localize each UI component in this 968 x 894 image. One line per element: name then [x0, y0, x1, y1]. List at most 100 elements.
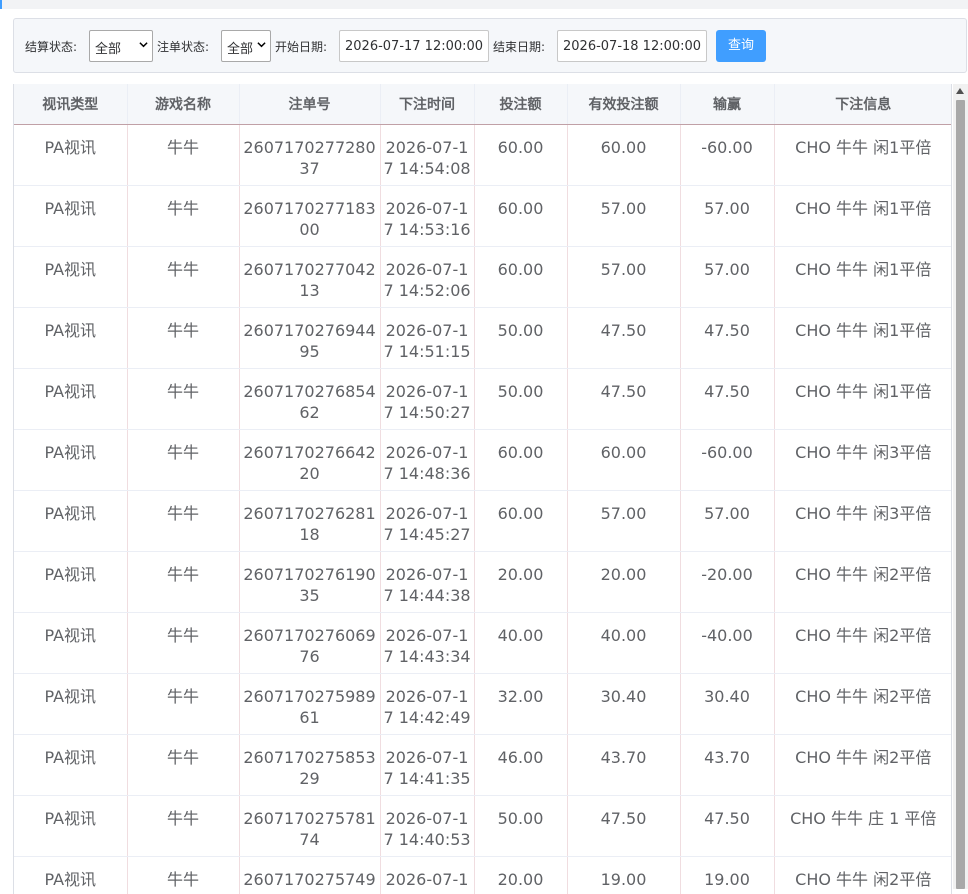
cell-bet-info: CHO 牛牛 闲2平倍: [774, 734, 951, 796]
table-row: PA视讯 牛牛 260717027704213 2026-07-17 14:52:06…: [14, 246, 951, 308]
cell-bet-time: 2026-07-17 14:42:49: [380, 673, 475, 735]
cell-bet-time: 2026-07-17 14:50:27: [380, 368, 475, 430]
cell-bet-info: CHO 牛牛 闲3平倍: [774, 429, 951, 491]
table-row: PA视讯 牛牛 260717027578174 2026-07-17 14:40:53…: [14, 795, 951, 857]
cell-type: PA视讯: [14, 856, 128, 894]
cell-game: 牛牛: [127, 612, 240, 674]
cell-order-no: 260717027704213: [239, 246, 381, 308]
cell-game: 牛牛: [127, 368, 240, 430]
cell-winloss: 57.00: [680, 185, 775, 247]
table-row: PA视讯 牛牛 260717027664220 2026-07-17 14:48:36…: [14, 429, 951, 491]
cell-game: 牛牛: [127, 795, 240, 857]
cell-bet-amount: 20.00: [474, 551, 568, 613]
cell-valid-bet: 47.50: [567, 307, 681, 369]
cell-order-no: 260717027585329: [239, 734, 381, 796]
bet-status-select[interactable]: 全部: [221, 30, 271, 62]
table-row: PA视讯 牛牛 260717027718300 2026-07-17 14:53:16…: [14, 185, 951, 247]
cell-bet-info: CHO 牛牛 闲1平倍: [774, 307, 951, 369]
table-row: PA视讯 牛牛 260717027685462 2026-07-17 14:50:27…: [14, 368, 951, 430]
cell-valid-bet: 60.00: [567, 124, 681, 186]
cell-type: PA视讯: [14, 307, 128, 369]
cell-order-no: 260717027685462: [239, 368, 381, 430]
cell-bet-amount: 60.00: [474, 124, 568, 186]
cell-type: PA视讯: [14, 368, 128, 430]
cell-game: 牛牛: [127, 429, 240, 491]
cell-bet-amount: 60.00: [474, 246, 568, 308]
table-scrollbar[interactable]: [953, 84, 968, 889]
cell-bet-amount: 50.00: [474, 368, 568, 430]
table-row: PA视讯 牛牛 260717027606976 2026-07-17 14:43:34…: [14, 612, 951, 674]
cell-bet-info: CHO 牛牛 闲2平倍: [774, 551, 951, 613]
cell-bet-info: CHO 牛牛 庄 1 平倍: [774, 795, 951, 857]
col-header-time: 下注时间: [380, 84, 475, 125]
cell-bet-info: CHO 牛牛 闲1平倍: [774, 124, 951, 186]
cell-type: PA视讯: [14, 490, 128, 552]
cell-type: PA视讯: [14, 185, 128, 247]
cell-bet-time: 2026-07-17 14:45:27: [380, 490, 475, 552]
cell-order-no: 260717027598961: [239, 673, 381, 735]
cell-type: PA视讯: [14, 246, 128, 308]
cell-order-no: 260717027574961: [239, 856, 381, 894]
cell-type: PA视讯: [14, 795, 128, 857]
cell-game: 牛牛: [127, 673, 240, 735]
filter-bar: 结算状态: 全部 注单状态: 全部 开始日期: 2026-07-17 12:00…: [13, 18, 967, 73]
cell-game: 牛牛: [127, 246, 240, 308]
cell-valid-bet: 57.00: [567, 490, 681, 552]
cell-bet-amount: 60.00: [474, 490, 568, 552]
cell-bet-time: 2026-07-17 14:51:15: [380, 307, 475, 369]
col-header-bet: 投注额: [474, 84, 568, 125]
chevron-down-icon: [139, 42, 148, 48]
cell-bet-amount: 46.00: [474, 734, 568, 796]
cell-bet-time: 2026-07-17 14:52:06: [380, 246, 475, 308]
table-row: PA视讯 牛牛 260717027694495 2026-07-17 14:51:15…: [14, 307, 951, 369]
cell-bet-time: 2026-07-17 14:43:34: [380, 612, 475, 674]
col-header-game: 游戏名称: [127, 84, 240, 125]
start-date-label: 开始日期:: [275, 40, 328, 54]
cell-game: 牛牛: [127, 490, 240, 552]
cell-winloss: 19.00: [680, 856, 775, 894]
cell-order-no: 260717027606976: [239, 612, 381, 674]
cell-winloss: 57.00: [680, 246, 775, 308]
settle-status-select[interactable]: 全部: [89, 30, 153, 62]
col-header-winloss: 输赢: [680, 84, 775, 125]
cell-valid-bet: 60.00: [567, 429, 681, 491]
end-date-label: 结束日期:: [493, 40, 546, 54]
cell-type: PA视讯: [14, 673, 128, 735]
cell-valid-bet: 30.40: [567, 673, 681, 735]
query-button[interactable]: 查询: [716, 30, 766, 62]
cell-bet-time: 2026-07-17 14:54:08: [380, 124, 475, 186]
cell-type: PA视讯: [14, 612, 128, 674]
arrow-up-icon[interactable]: [956, 88, 964, 94]
cell-winloss: 47.50: [680, 307, 775, 369]
cell-type: PA视讯: [14, 734, 128, 796]
table-row: PA视讯 牛牛 260717027598961 2026-07-17 14:42:49…: [14, 673, 951, 735]
cell-winloss: 43.70: [680, 734, 775, 796]
chevron-down-icon: [257, 42, 266, 48]
cell-type: PA视讯: [14, 551, 128, 613]
bet-status-value: 全部: [227, 42, 254, 57]
cell-bet-amount: 50.00: [474, 307, 568, 369]
table-row: PA视讯 牛牛 260717027619035 2026-07-17 14:44:38…: [14, 551, 951, 613]
cell-order-no: 260717027578174: [239, 795, 381, 857]
cell-order-no: 260717027718300: [239, 185, 381, 247]
cell-order-no: 260717027619035: [239, 551, 381, 613]
end-date-input[interactable]: 2026-07-18 12:00:00: [557, 30, 707, 62]
col-header-order: 注单号: [239, 84, 381, 125]
cell-bet-amount: 50.00: [474, 795, 568, 857]
cell-valid-bet: 43.70: [567, 734, 681, 796]
cell-bet-info: CHO 牛牛 闲1平倍: [774, 368, 951, 430]
cell-order-no: 260717027664220: [239, 429, 381, 491]
start-date-input[interactable]: 2026-07-17 12:00:00: [339, 30, 489, 62]
cell-winloss: 47.50: [680, 795, 775, 857]
cell-valid-bet: 19.00: [567, 856, 681, 894]
cell-type: PA视讯: [14, 124, 128, 186]
scrollbar-thumb[interactable]: [956, 100, 965, 889]
cell-winloss: 47.50: [680, 368, 775, 430]
table-row: PA视讯 牛牛 260717027628118 2026-07-17 14:45:27…: [14, 490, 951, 552]
cell-bet-time: 2026-07-17 14:53:16: [380, 185, 475, 247]
cell-order-no: 260717027628118: [239, 490, 381, 552]
col-header-type: 视讯类型: [14, 84, 128, 125]
cell-winloss: -40.00: [680, 612, 775, 674]
cell-valid-bet: 40.00: [567, 612, 681, 674]
cell-bet-info: CHO 牛牛 闲1平倍: [774, 246, 951, 308]
